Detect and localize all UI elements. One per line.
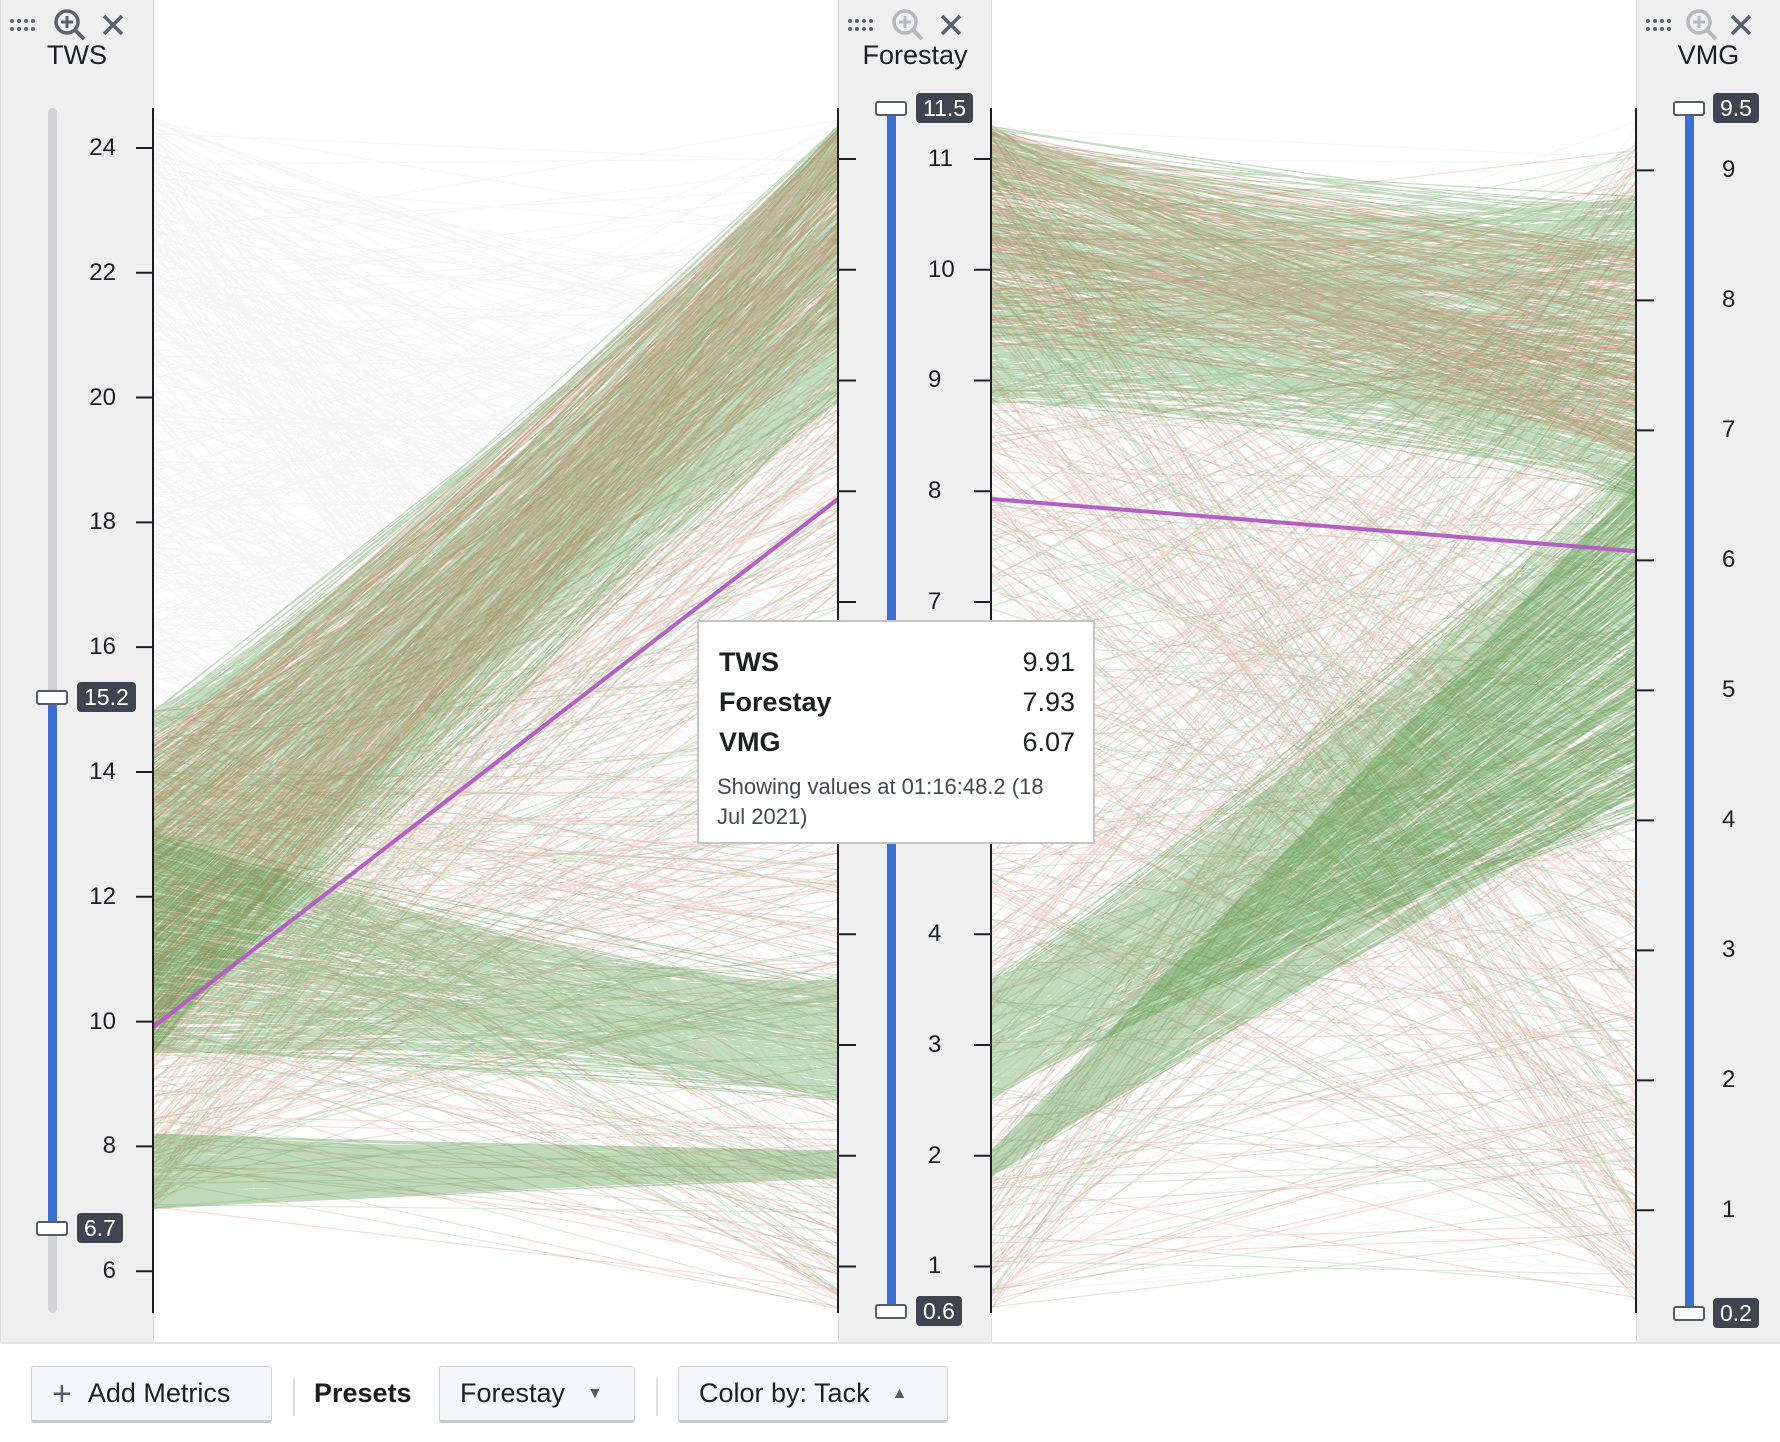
tick-label: 22	[89, 258, 116, 286]
range-badge-min: 0.6	[916, 1295, 962, 1326]
add-metrics-label: Add Metrics	[87, 1378, 231, 1408]
caret-down-icon: ▼	[587, 1384, 603, 1402]
range-badge-max: 15.2	[77, 682, 136, 713]
tick-label: 11	[928, 144, 953, 172]
tick-label: 6	[1722, 546, 1736, 574]
axis-title: Forestay	[862, 40, 968, 70]
tick-label: 2	[928, 1141, 942, 1169]
zoom-in-icon[interactable]	[53, 8, 87, 42]
tick-label: 7	[1722, 416, 1736, 444]
color-by-value: Color by: Tack	[699, 1378, 870, 1408]
close-icon[interactable]	[939, 13, 963, 37]
axis-header-icons	[847, 8, 963, 42]
tick-label: 4	[928, 920, 942, 948]
range-handle-max[interactable]	[1673, 101, 1705, 116]
drag-handle-icon[interactable]	[1645, 18, 1675, 32]
tooltip-row-tws: TWS 9.91	[717, 642, 1075, 682]
tick-label: 10	[89, 1007, 116, 1035]
tick-label: 20	[89, 383, 116, 411]
close-icon[interactable]	[1729, 13, 1753, 37]
tooltip-footer: Showing values at 01:16:48.2 (18 Jul 202…	[717, 774, 1044, 829]
tooltip-label: Forestay	[719, 687, 832, 717]
tick-label: 6	[102, 1257, 116, 1285]
range-handle-max[interactable]	[875, 101, 907, 116]
tick-label: 2	[1722, 1066, 1736, 1094]
hover-tooltip: TWS 9.91 Forestay 7.93 VMG 6.07 Showing val…	[697, 620, 1095, 844]
range-badge-max: 9.5	[1713, 93, 1759, 123]
tick-label: 7	[928, 587, 942, 615]
axis-header-icons	[9, 8, 125, 42]
zoom-in-icon[interactable]	[891, 8, 925, 42]
tick-label: 18	[89, 508, 116, 536]
axis-title: TWS	[47, 40, 107, 70]
axis-panel-tws: TWS	[0, 0, 154, 1342]
drag-handle-icon[interactable]	[9, 18, 39, 32]
tick-label: 12	[89, 882, 116, 910]
range-badge-max: 11.5	[916, 93, 974, 123]
drag-handle-icon[interactable]	[847, 18, 877, 32]
plus-icon: +	[52, 1374, 72, 1413]
axis-panel-vmg: VMG	[1636, 0, 1780, 1342]
tick-label: 8	[928, 477, 942, 505]
tick-label: 1	[928, 1252, 942, 1280]
tick-label: 5	[1722, 676, 1736, 704]
range-slider-selection[interactable]	[48, 697, 57, 1228]
axis-header-icons	[1645, 8, 1753, 42]
tooltip-row-forestay: Forestay 7.93	[717, 682, 1075, 722]
divider	[656, 1378, 658, 1416]
range-handle-max[interactable]	[36, 690, 68, 706]
zoom-in-icon[interactable]	[1685, 8, 1719, 42]
caret-up-icon: ▲	[891, 1384, 908, 1402]
range-handle-min[interactable]	[875, 1303, 907, 1319]
range-badge-min: 0.2	[1713, 1298, 1759, 1328]
tick-label: 9	[928, 366, 942, 394]
divider	[293, 1378, 295, 1416]
tooltip-value: 9.91	[1022, 647, 1075, 677]
tooltip-value: 7.93	[1022, 687, 1075, 717]
axis-title: VMG	[1677, 40, 1740, 70]
tick-label: 9	[1722, 156, 1736, 184]
presets-label: Presets	[314, 1378, 412, 1408]
tick-label: 8	[102, 1132, 116, 1160]
tooltip-value: 6.07	[1022, 727, 1075, 757]
preset-value: Forestay	[460, 1378, 566, 1408]
color-by-dropdown[interactable]: Color by: Tack ▲	[678, 1366, 948, 1423]
tick-label: 3	[1722, 936, 1736, 964]
add-metrics-button[interactable]: + Add Metrics	[31, 1366, 272, 1423]
tick-label: 16	[89, 633, 116, 661]
tick-label: 24	[89, 133, 116, 161]
range-handle-min[interactable]	[1673, 1306, 1705, 1321]
tooltip-label: VMG	[719, 727, 781, 757]
tick-label: 14	[89, 757, 116, 785]
tick-label: 10	[928, 255, 955, 283]
parallel-coordinates-plot[interactable]: TWS Forestay VMG 6 8 10 12 14 16 18 20 22 24 15.2 6…	[0, 0, 1780, 1342]
preset-dropdown[interactable]: Forestay ▼	[439, 1366, 635, 1423]
range-badge-min: 6.7	[77, 1212, 123, 1243]
tooltip-row-vmg: VMG 6.07	[717, 722, 1075, 762]
tick-label: 4	[1722, 806, 1736, 834]
tick-label: 1	[1722, 1196, 1736, 1224]
tick-label: 8	[1722, 286, 1736, 314]
range-handle-min[interactable]	[36, 1220, 68, 1236]
tick-label: 3	[928, 1030, 942, 1058]
close-icon[interactable]	[101, 13, 125, 37]
bottom-toolbar: + Add Metrics Presets Forestay ▼ Color b…	[0, 1342, 1780, 1442]
tooltip-label: TWS	[719, 647, 779, 677]
range-slider-selection[interactable]	[1685, 108, 1694, 1313]
